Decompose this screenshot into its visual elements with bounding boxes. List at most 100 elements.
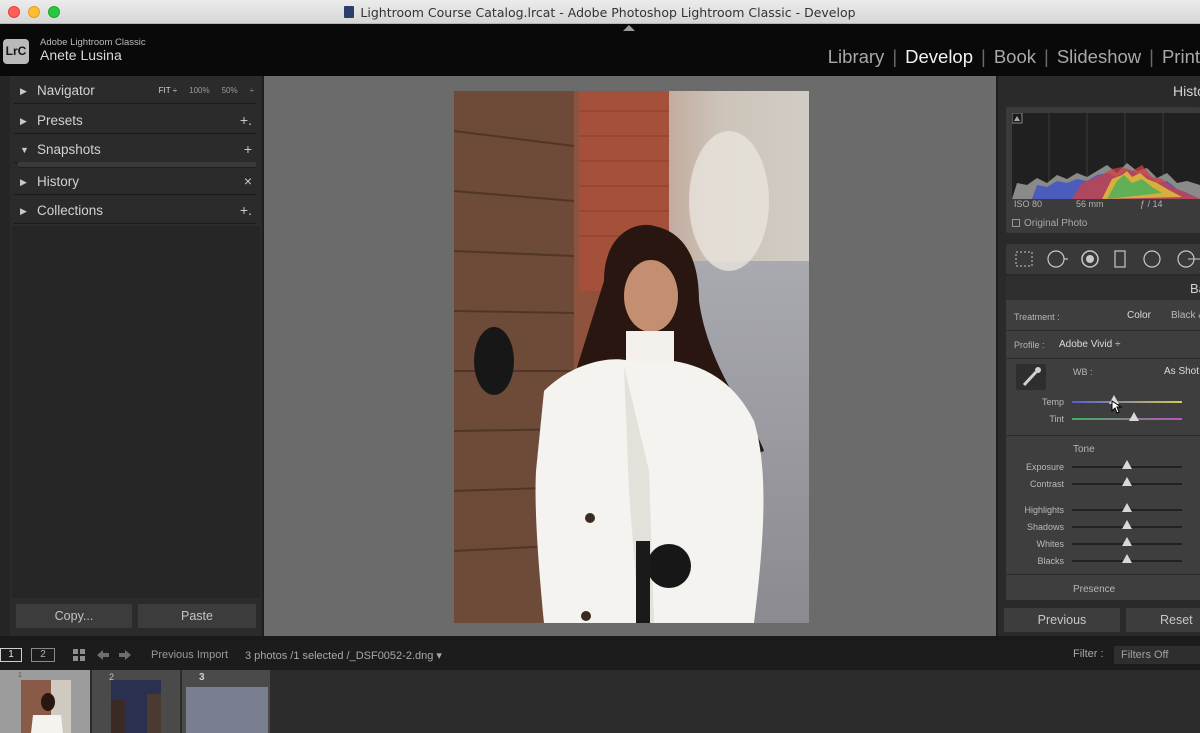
treatment-color-option[interactable]: Color bbox=[1127, 310, 1151, 321]
treatment-label: Treatment : bbox=[1014, 312, 1060, 322]
exposure-label: Exposure bbox=[1025, 462, 1064, 472]
exposure-slider[interactable] bbox=[1072, 460, 1182, 469]
treatment-bw-option[interactable]: Black & White bbox=[1171, 310, 1200, 321]
filmstrip-nav-icons bbox=[73, 649, 131, 661]
shadows-slider-thumb[interactable] bbox=[1122, 520, 1132, 529]
profile-dropdown[interactable]: Adobe Vivid ÷ bbox=[1059, 339, 1120, 350]
expand-triangle-icon[interactable]: ▶ bbox=[20, 116, 27, 127]
module-slideshow[interactable]: Slideshow bbox=[1057, 46, 1141, 68]
contrast-slider[interactable] bbox=[1072, 477, 1182, 486]
filmstrip-thumb[interactable]: 2 bbox=[92, 670, 180, 733]
identity-plate-header: LrC Adobe Lightroom Classic Anete Lusina… bbox=[0, 24, 1200, 76]
whites-label: Whites bbox=[1036, 539, 1064, 549]
blacks-slider[interactable] bbox=[1072, 554, 1182, 563]
divider bbox=[1006, 574, 1200, 575]
collapse-triangle-icon[interactable]: ▼ bbox=[20, 145, 29, 155]
temp-slider[interactable] bbox=[1072, 395, 1182, 404]
white-balance-eyedropper-icon[interactable] bbox=[1016, 364, 1046, 390]
highlights-label: Highlights bbox=[1024, 505, 1064, 515]
left-panel: ▶ Navigator FIT ÷ 100% 50% ÷ ▶ Presets +… bbox=[10, 76, 262, 636]
tint-slider-thumb[interactable] bbox=[1128, 412, 1139, 421]
history-header[interactable]: ▶ History × bbox=[14, 169, 256, 195]
presets-label: Presets bbox=[37, 113, 83, 128]
basic-panel: Treatment : Color Black & White Profile … bbox=[1006, 300, 1200, 600]
filmstrip-info[interactable]: 3 photos /1 selected /_DSF0052-2.dng ▾ bbox=[245, 649, 442, 662]
module-print[interactable]: Print bbox=[1162, 46, 1200, 68]
navigator-zoom-options: FIT ÷ 100% 50% ÷ bbox=[159, 86, 254, 95]
paste-button[interactable]: Paste bbox=[138, 604, 256, 628]
red-eye-icon bbox=[1081, 250, 1099, 268]
module-separator: | bbox=[892, 46, 898, 67]
add-collection-icon[interactable]: +. bbox=[240, 202, 252, 218]
histogram-graph bbox=[1011, 112, 1200, 199]
shadows-label: Shadows bbox=[1026, 522, 1064, 532]
reset-button[interactable]: Reset bbox=[1126, 608, 1200, 632]
add-preset-icon[interactable]: +. bbox=[240, 112, 252, 128]
whites-slider-thumb[interactable] bbox=[1122, 537, 1132, 546]
original-photo-checkbox[interactable]: Original Photo bbox=[1012, 218, 1087, 229]
exposure-slider-thumb[interactable] bbox=[1122, 460, 1132, 469]
thumb-number: 1 bbox=[18, 672, 22, 679]
spot-removal-icon bbox=[1047, 250, 1068, 268]
filter-dropdown[interactable]: Filters Off bbox=[1114, 646, 1200, 664]
add-snapshot-icon[interactable]: + bbox=[244, 141, 252, 157]
snapshots-header[interactable]: ▼ Snapshots + bbox=[14, 137, 256, 163]
collections-label: Collections bbox=[37, 203, 104, 218]
navigator-label: Navigator bbox=[37, 83, 95, 98]
presets-header[interactable]: ▶ Presets +. bbox=[14, 108, 256, 134]
blacks-label: Blacks bbox=[1037, 556, 1064, 566]
tint-slider[interactable] bbox=[1072, 412, 1182, 421]
basic-panel-header[interactable]: Basic bbox=[1006, 276, 1200, 300]
highlights-slider-thumb[interactable] bbox=[1122, 503, 1132, 512]
focal-length-value: 56 mm bbox=[1076, 199, 1104, 209]
histogram[interactable]: ISO 80 56 mm ƒ / 14 bbox=[1006, 107, 1200, 233]
filmstrip-source[interactable]: Previous Import bbox=[151, 649, 228, 661]
zoom-50[interactable]: 50% bbox=[222, 86, 238, 95]
expand-triangle-icon[interactable]: ▶ bbox=[20, 177, 27, 188]
temp-label: Temp bbox=[1041, 397, 1064, 407]
module-separator: | bbox=[1149, 46, 1154, 67]
wb-label: WB : bbox=[1073, 367, 1093, 377]
primary-display-button[interactable]: 1 bbox=[0, 648, 22, 662]
left-panel-edge[interactable] bbox=[0, 76, 10, 636]
lrc-logo: LrC bbox=[3, 39, 29, 64]
copy-button[interactable]: Copy... bbox=[16, 604, 132, 628]
photo-preview[interactable] bbox=[454, 91, 809, 623]
clear-history-icon[interactable]: × bbox=[244, 173, 252, 189]
thumb-image bbox=[21, 680, 71, 733]
window-title: Lightroom Course Catalog.lrcat - Adobe P… bbox=[0, 5, 1200, 20]
histogram-plot bbox=[1011, 112, 1200, 199]
filmstrip-thumb-selected[interactable]: 1 bbox=[0, 670, 90, 733]
zoom-more[interactable]: ÷ bbox=[250, 86, 254, 95]
expand-triangle-icon[interactable]: ▶ bbox=[20, 86, 27, 97]
shadows-slider[interactable] bbox=[1072, 520, 1182, 529]
blacks-slider-thumb[interactable] bbox=[1122, 554, 1132, 563]
navigator-header[interactable]: ▶ Navigator FIT ÷ 100% 50% ÷ bbox=[14, 78, 256, 104]
profile-label: Profile : bbox=[1014, 340, 1045, 350]
thumb-image bbox=[186, 687, 268, 733]
collapse-top-panel-icon[interactable] bbox=[623, 25, 635, 31]
whites-slider[interactable] bbox=[1072, 537, 1182, 546]
image-view[interactable] bbox=[262, 76, 998, 636]
checkbox-icon[interactable] bbox=[1012, 219, 1020, 227]
expand-triangle-icon[interactable]: ▶ bbox=[20, 206, 27, 217]
previous-button[interactable]: Previous bbox=[1004, 608, 1120, 632]
module-library[interactable]: Library bbox=[828, 46, 885, 68]
zoom-fit[interactable]: FIT ÷ bbox=[159, 86, 177, 95]
module-book[interactable]: Book bbox=[994, 46, 1036, 68]
wb-dropdown[interactable]: As Shot bbox=[1164, 366, 1199, 377]
contrast-slider-thumb[interactable] bbox=[1122, 477, 1132, 486]
collections-header[interactable]: ▶ Collections +. bbox=[14, 198, 256, 224]
window-titlebar: Lightroom Course Catalog.lrcat - Adobe P… bbox=[0, 0, 1200, 24]
filmstrip-thumb[interactable]: 3 bbox=[182, 670, 270, 733]
snapshots-label: Snapshots bbox=[37, 142, 101, 157]
window-title-text: Lightroom Course Catalog.lrcat - Adobe P… bbox=[360, 5, 856, 20]
catalog-file-icon bbox=[344, 6, 355, 18]
forward-arrow-icon bbox=[119, 650, 131, 660]
snapshots-resize-bar[interactable] bbox=[18, 162, 256, 168]
left-panel-empty-area bbox=[12, 226, 260, 598]
highlights-slider[interactable] bbox=[1072, 503, 1182, 512]
secondary-display-button[interactable]: 2 bbox=[31, 648, 55, 662]
zoom-100[interactable]: 100% bbox=[189, 86, 209, 95]
module-develop[interactable]: Develop bbox=[905, 46, 973, 68]
